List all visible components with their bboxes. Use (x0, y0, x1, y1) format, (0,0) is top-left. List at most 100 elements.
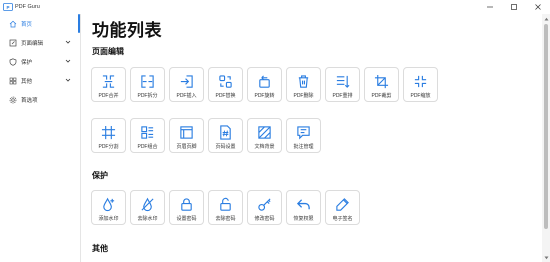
header-footer-icon (180, 126, 193, 139)
app-logo-icon: P (3, 3, 13, 12)
tool-label: PDF分割 (98, 144, 119, 150)
tool-pdf-cut[interactable]: PDF分割 (91, 118, 126, 153)
tool-label: PDF旋转 (254, 93, 275, 99)
sidebar-item-label: 保护 (21, 59, 33, 66)
tool-grid-page-edit-row2: PDF分割 PDF组合 页眉页脚 页码设置 文档背景 批注管理 (91, 118, 321, 153)
sidebar-item-protect[interactable]: 保护 (0, 52, 80, 71)
tool-label: PDF合并 (98, 93, 119, 99)
edit-page-icon (9, 39, 17, 47)
tool-label: 添加水印 (98, 216, 119, 222)
minimize-icon (487, 6, 493, 8)
tool-document-background[interactable]: 文档背景 (247, 118, 282, 153)
tool-remove-password[interactable]: 去除密码 (208, 190, 243, 225)
replace-icon (219, 75, 232, 88)
tool-label: PDF重排 (332, 93, 353, 99)
tool-label: 电子签名 (332, 216, 353, 222)
annotation-icon (297, 126, 310, 140)
tool-pdf-delete[interactable]: PDF删除 (286, 67, 321, 102)
maximize-button[interactable] (502, 0, 526, 14)
window-controls (478, 0, 550, 14)
vertical-scrollbar[interactable] (542, 14, 550, 262)
tool-add-watermark[interactable]: 添加水印 (91, 190, 126, 225)
tool-label: PDF插入 (176, 93, 197, 99)
tool-pdf-reorder[interactable]: PDF重排 (325, 67, 360, 102)
merge-icon (102, 75, 115, 88)
tool-label: 恢复权限 (293, 216, 314, 222)
tool-grid-page-edit-row1: PDF合并 PDF拆分 PDF插入 PDF替换 PDF旋转 PDF删除 PDF重… (91, 67, 438, 102)
combine-icon (141, 126, 154, 139)
close-button[interactable] (526, 0, 550, 14)
cut-grid-icon (101, 125, 116, 140)
tool-e-signature[interactable]: 电子签名 (325, 190, 360, 225)
section-title-page-edit: 页面编辑 (92, 47, 124, 56)
scroll-thumb[interactable] (544, 24, 548, 229)
chevron-down-icon (65, 77, 71, 85)
delete-icon (298, 75, 309, 88)
tool-pdf-insert[interactable]: PDF插入 (169, 67, 204, 102)
tool-label: PDF拆分 (137, 93, 158, 99)
home-icon (9, 20, 17, 28)
sidebar-item-page-edit[interactable]: 页面编辑 (0, 33, 80, 52)
add-watermark-icon (103, 197, 115, 212)
tool-label: PDF缩放 (410, 93, 431, 99)
tool-label: 修改密码 (254, 216, 275, 222)
tool-pdf-crop[interactable]: PDF裁剪 (364, 67, 399, 102)
tool-change-password[interactable]: 修改密码 (247, 190, 282, 225)
lock-icon (181, 198, 192, 211)
tool-restore-permission[interactable]: 恢复权限 (286, 190, 321, 225)
minimize-button[interactable] (478, 0, 502, 14)
app-title: PDF Guru (15, 4, 40, 10)
close-icon (535, 4, 541, 10)
tool-annotation-manage[interactable]: 批注管理 (286, 118, 321, 153)
scroll-down-arrow-icon[interactable] (542, 254, 550, 261)
tool-header-footer[interactable]: 页眉页脚 (169, 118, 204, 153)
background-icon (258, 126, 271, 139)
tool-pdf-combine[interactable]: PDF组合 (130, 118, 165, 153)
gear-icon (9, 96, 17, 104)
page-number-icon (220, 125, 231, 140)
split-icon (141, 75, 154, 88)
tool-pdf-scale[interactable]: PDF缩放 (403, 67, 438, 102)
remove-watermark-icon (141, 197, 154, 212)
sidebar-item-other[interactable]: 其他 (0, 71, 80, 90)
sidebar-item-preferences[interactable]: 首选项 (0, 90, 80, 109)
insert-icon (180, 75, 193, 88)
sidebar-item-label: 首选项 (21, 97, 38, 104)
tool-label: 设置密码 (176, 216, 197, 222)
chevron-down-icon (65, 58, 71, 66)
tool-label: PDF裁剪 (371, 93, 392, 99)
tool-pdf-merge[interactable]: PDF合并 (91, 67, 126, 102)
section-title-protect: 保护 (92, 171, 108, 180)
title-bar: P PDF Guru (0, 0, 550, 14)
tool-remove-watermark[interactable]: 去除水印 (130, 190, 165, 225)
tool-pdf-split[interactable]: PDF拆分 (130, 67, 165, 102)
svg-text:P: P (6, 5, 9, 10)
tool-pdf-rotate[interactable]: PDF旋转 (247, 67, 282, 102)
main-content: 功能列表 页面编辑 PDF合并 PDF拆分 PDF插入 PDF替换 PDF旋转 … (80, 14, 540, 262)
tool-label: PDF删除 (293, 93, 314, 99)
scroll-up-arrow-icon[interactable] (542, 15, 550, 22)
crop-icon (374, 74, 389, 89)
signature-icon (336, 198, 349, 211)
sidebar-item-label: 页面编辑 (21, 40, 44, 47)
page-title: 功能列表 (92, 21, 162, 40)
sidebar-item-home[interactable]: 首页 (0, 14, 80, 33)
tool-label: 去除密码 (215, 216, 236, 222)
tool-label: PDF替换 (215, 93, 236, 99)
tool-page-number[interactable]: 页码设置 (208, 118, 243, 153)
grid-icon (9, 77, 17, 85)
rotate-icon (259, 75, 270, 88)
tool-label: 批注管理 (293, 144, 314, 150)
tool-label: PDF组合 (137, 144, 158, 150)
sidebar-item-label: 其他 (21, 78, 33, 85)
section-title-other: 其他 (92, 244, 108, 253)
shield-icon (9, 57, 17, 66)
maximize-icon (511, 4, 517, 10)
tool-label: 页码设置 (215, 144, 236, 150)
tool-pdf-replace[interactable]: PDF替换 (208, 67, 243, 102)
sidebar: 首页 页面编辑 保护 其他 首选项 (0, 14, 80, 262)
sidebar-item-label: 首页 (21, 21, 33, 28)
scale-icon (414, 75, 427, 88)
tool-set-password[interactable]: 设置密码 (169, 190, 204, 225)
key-icon (258, 198, 271, 211)
